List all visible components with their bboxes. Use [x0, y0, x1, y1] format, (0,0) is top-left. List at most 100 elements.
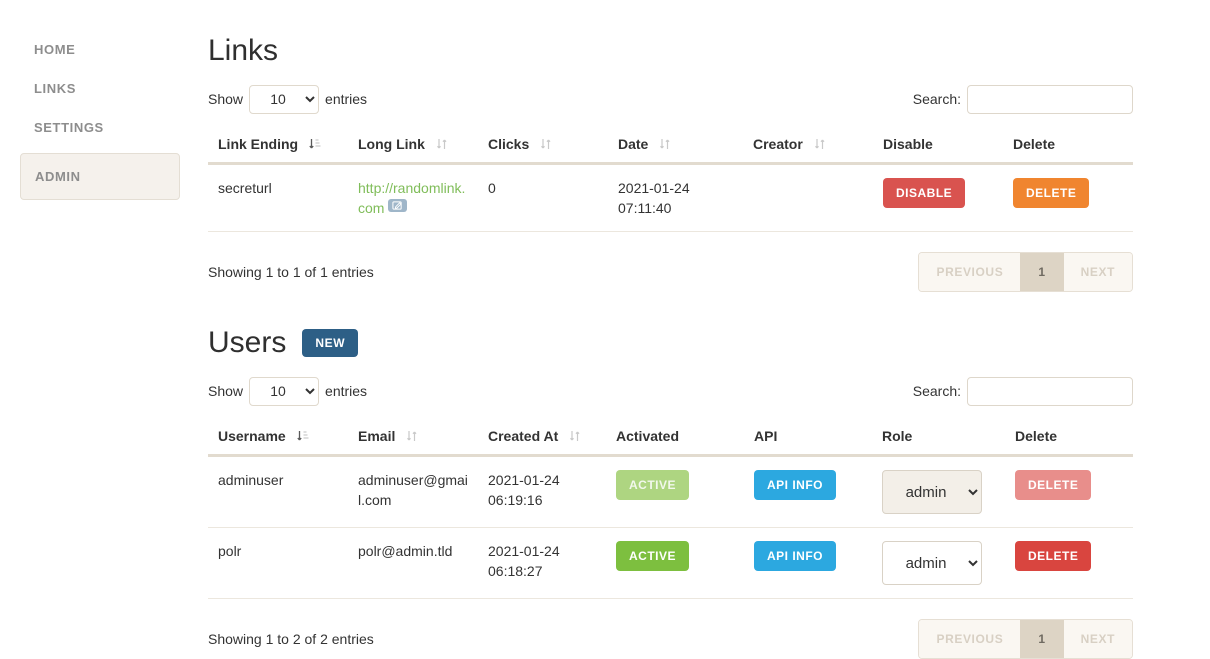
- status-badge[interactable]: ACTIVE: [616, 541, 690, 571]
- links-col-date[interactable]: Date: [608, 128, 743, 165]
- edit-pencil-icon[interactable]: [388, 199, 408, 212]
- links-col-creator[interactable]: Creator: [743, 128, 873, 165]
- sort-both-icon: [813, 137, 827, 151]
- links-col-clicks[interactable]: Clicks: [478, 128, 608, 165]
- long-link-anchor[interactable]: http://randomlink.com: [358, 180, 465, 216]
- users-pagination-page-1[interactable]: 1: [1020, 620, 1064, 658]
- users-table-controls: Show 10 25 50 100 entries Search:: [208, 376, 1133, 406]
- links-pagination-next[interactable]: NEXT: [1063, 253, 1132, 291]
- users-pagination-next[interactable]: NEXT: [1063, 620, 1132, 658]
- api-info-button[interactable]: API INFO: [754, 541, 837, 571]
- sidebar-item-links[interactable]: LINKS: [0, 69, 200, 108]
- users-length-control: Show 10 25 50 100 entries: [208, 376, 368, 406]
- users-header-row: Username Email Created At Activated API …: [208, 420, 1133, 457]
- links-table-body: secreturl http://randomlink.com 0 2021-0…: [208, 163, 1133, 232]
- table-row: polr polr@admin.tld 2021-01-24 06:18:27 …: [208, 527, 1133, 599]
- sidebar-item-label: HOME: [34, 42, 76, 57]
- sidebar-item-label: SETTINGS: [34, 120, 104, 135]
- role-select[interactable]: admin user: [882, 470, 982, 514]
- users-section: Users NEW Show 10 25 50 100 entries: [208, 328, 1133, 659]
- sidebar-item-settings[interactable]: SETTINGS: [0, 108, 200, 147]
- sidebar-item-label: LINKS: [34, 81, 76, 96]
- cell-delete: DELETE: [1005, 527, 1133, 599]
- users-col-label: Role: [882, 428, 913, 444]
- cell-delete: DELETE: [1005, 455, 1133, 528]
- cell-api: API INFO: [744, 527, 872, 599]
- users-filter-control: Search:: [912, 376, 1133, 406]
- users-title-row: Users NEW: [208, 328, 1133, 358]
- cell-activated: ACTIVE: [606, 455, 744, 528]
- links-entries-label: entries: [325, 91, 368, 107]
- links-header-row: Link Ending Long Link Clicks Date Creato…: [208, 128, 1133, 165]
- links-page-length-select[interactable]: 10 25 50 100: [249, 84, 320, 114]
- sidebar-item-admin[interactable]: ADMIN: [20, 153, 180, 200]
- users-col-delete: Delete: [1005, 420, 1133, 457]
- users-length-label: Show 10 25 50 100 entries: [208, 376, 368, 406]
- role-select[interactable]: admin user: [882, 541, 982, 585]
- users-col-created-at[interactable]: Created At: [478, 420, 606, 457]
- links-col-delete: Delete: [1003, 128, 1133, 165]
- cell-creator: [743, 163, 873, 232]
- status-badge[interactable]: ACTIVE: [616, 470, 690, 500]
- users-table: Username Email Created At Activated API …: [208, 420, 1133, 599]
- users-show-label: Show: [208, 383, 244, 399]
- links-section: Links Show 10 25 50 100 entries: [208, 36, 1133, 292]
- users-search-label: Search:: [912, 383, 961, 399]
- links-pagination: PREVIOUS 1 NEXT: [918, 252, 1133, 292]
- links-page-title: Links: [208, 34, 279, 67]
- links-pagination-previous[interactable]: PREVIOUS: [919, 253, 1021, 291]
- links-col-long-link[interactable]: Long Link: [348, 128, 478, 165]
- users-pagination: PREVIOUS 1 NEXT: [918, 619, 1133, 659]
- delete-user-button[interactable]: DELETE: [1015, 541, 1092, 571]
- links-length-label: Show 10 25 50 100 entries: [208, 84, 368, 114]
- cell-delete: DELETE: [1003, 163, 1133, 232]
- users-page-length-select[interactable]: 10 25 50 100: [249, 376, 320, 406]
- sort-both-icon: [658, 137, 672, 151]
- cell-disable: DISABLE: [873, 163, 1003, 232]
- users-col-label: Email: [358, 428, 396, 444]
- users-col-label: Activated: [616, 428, 680, 444]
- links-show-label: Show: [208, 91, 244, 107]
- cell-email: polr@admin.tld: [348, 527, 478, 599]
- users-search-input[interactable]: [967, 376, 1133, 406]
- sort-asc-icon: [308, 137, 322, 151]
- users-table-body: adminuser adminuser@gmail.com 2021-01-24…: [208, 455, 1133, 599]
- links-col-label: Clicks: [488, 136, 530, 152]
- cell-username: polr: [208, 527, 348, 599]
- api-info-button[interactable]: API INFO: [754, 470, 837, 500]
- users-table-info: Showing 1 to 2 of 2 entries: [208, 631, 374, 647]
- links-pagination-page-1[interactable]: 1: [1020, 253, 1064, 291]
- disable-button[interactable]: DISABLE: [883, 178, 966, 208]
- main-content: Links Show 10 25 50 100 entries: [208, 0, 1133, 659]
- users-pagination-previous[interactable]: PREVIOUS: [919, 620, 1021, 658]
- cell-activated: ACTIVE: [606, 527, 744, 599]
- delete-user-button[interactable]: DELETE: [1015, 470, 1092, 500]
- users-search-label-wrap: Search:: [912, 376, 1133, 406]
- users-col-email[interactable]: Email: [348, 420, 478, 457]
- new-user-button[interactable]: NEW: [302, 329, 359, 357]
- links-table-head: Link Ending Long Link Clicks Date Creato…: [208, 128, 1133, 165]
- sort-both-icon: [568, 429, 582, 443]
- admin-page: HOME LINKS SETTINGS ADMIN Links Show 10 …: [0, 0, 1210, 659]
- users-col-api: API: [744, 420, 872, 457]
- cell-clicks: 0: [478, 163, 608, 232]
- users-col-label: Created At: [488, 428, 559, 444]
- users-entries-label: entries: [325, 383, 368, 399]
- links-col-label: Delete: [1013, 136, 1056, 152]
- links-length-control: Show 10 25 50 100 entries: [208, 84, 368, 114]
- links-table-controls: Show 10 25 50 100 entries Search:: [208, 84, 1133, 114]
- cell-api: API INFO: [744, 455, 872, 528]
- cell-link-ending: secreturl: [208, 163, 348, 232]
- links-title-row: Links: [208, 36, 1133, 66]
- links-table-info: Showing 1 to 1 of 1 entries: [208, 264, 374, 280]
- users-page-title: Users: [208, 326, 287, 359]
- links-col-link-ending[interactable]: Link Ending: [208, 128, 348, 165]
- sidebar-item-home[interactable]: HOME: [0, 30, 200, 69]
- links-search-input[interactable]: [967, 84, 1133, 114]
- users-col-username[interactable]: Username: [208, 420, 348, 457]
- cell-username: adminuser: [208, 455, 348, 528]
- users-col-activated: Activated: [606, 420, 744, 457]
- links-table-footer: Showing 1 to 1 of 1 entries PREVIOUS 1 N…: [208, 252, 1133, 292]
- delete-link-button[interactable]: DELETE: [1013, 178, 1090, 208]
- users-col-label: API: [754, 428, 778, 444]
